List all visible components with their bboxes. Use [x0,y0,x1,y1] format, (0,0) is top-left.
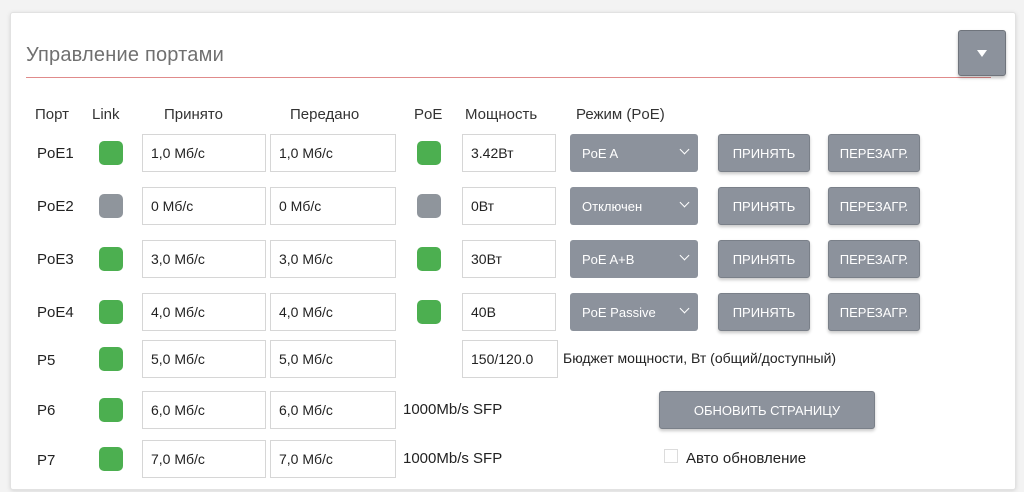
panel-title: Управление портами [26,44,224,66]
poe-mode-value: PoE Passive [582,304,656,320]
apply-button[interactable]: ПРИНЯТЬ [718,134,810,172]
poe-mode-value: PoE A+B [582,251,635,267]
link-indicator [99,398,123,422]
tx-field: 3,0 Мб/с [270,240,396,278]
port-name: PoE2 [37,198,74,215]
reboot-button[interactable]: ПЕРЕЗАГР. [828,240,920,278]
header-link: Link [92,106,120,123]
link-indicator [99,141,123,165]
rx-field: 4,0 Мб/с [142,293,266,331]
link-indicator [99,300,123,324]
auto-refresh-checkbox[interactable] [664,449,678,463]
header-poe: PoE [414,106,443,123]
poe-mode-select[interactable]: Отключен [570,187,698,225]
tx-field: 1,0 Мб/с [270,134,396,172]
port-name: P6 [37,402,56,419]
power-field: 30Вт [462,240,556,278]
auto-refresh-label: Авто обновление [686,450,807,467]
link-indicator [99,447,123,471]
poe-indicator [417,300,441,324]
rx-field: 5,0 Мб/с [142,340,266,378]
power-field: 0Вт [462,187,556,225]
apply-button[interactable]: ПРИНЯТЬ [718,240,810,278]
poe-indicator [417,141,441,165]
tx-field: 7,0 Мб/с [270,440,396,478]
chevron-down-icon [679,197,690,208]
chevron-down-icon [679,250,690,261]
power-field: 40В [462,293,556,331]
apply-button[interactable]: ПРИНЯТЬ [718,187,810,225]
rx-field: 1,0 Мб/с [142,134,266,172]
poe-mode-select[interactable]: PoE A [570,134,698,172]
power-field: 3.42Вт [462,134,556,172]
rx-field: 7,0 Мб/с [142,440,266,478]
refresh-page-button[interactable]: ОБНОВИТЬ СТРАНИЦУ [659,391,875,429]
chevron-down-icon [679,303,690,314]
port-name: P5 [37,352,56,369]
port-name: PoE1 [37,145,74,162]
reboot-button[interactable]: ПЕРЕЗАГР. [828,187,920,225]
poe-mode-value: Отключен [582,198,643,214]
triangle-down-icon [977,49,987,57]
port-name: PoE4 [37,304,74,321]
poe-mode-select[interactable]: PoE A+B [570,240,698,278]
header-power: Мощность [465,106,538,123]
link-indicator [99,194,123,218]
rx-field: 3,0 Мб/с [142,240,266,278]
reboot-button[interactable]: ПЕРЕЗАГР. [828,293,920,331]
poe-indicator [417,247,441,271]
reboot-button[interactable]: ПЕРЕЗАГР. [828,134,920,172]
poe-mode-value: PoE A [582,145,619,161]
tx-field: 4,0 Мб/с [270,293,396,331]
port-name: P7 [37,452,56,469]
poe-mode-select[interactable]: PoE Passive [570,293,698,331]
chevron-down-icon [679,144,690,155]
sfp-label: 1000Mb/s SFP [403,450,503,467]
header-port: Порт [35,106,70,123]
header-rx: Принято [164,106,223,123]
link-indicator [99,347,123,371]
apply-button[interactable]: ПРИНЯТЬ [718,293,810,331]
rx-field: 6,0 Мб/с [142,391,266,429]
port-name: PoE3 [37,251,74,268]
link-indicator [99,247,123,271]
power-budget-field: 150/120.0 [462,340,558,378]
rx-field: 0 Мб/с [142,187,266,225]
poe-indicator [417,194,441,218]
sfp-label: 1000Mb/s SFP [403,401,503,418]
tx-field: 6,0 Мб/с [270,391,396,429]
power-budget-label: Бюджет мощности, Вт (общий/доступный) [563,350,837,366]
tx-field: 5,0 Мб/с [270,340,396,378]
header-mode: Режим (PoE) [576,106,665,123]
collapse-button[interactable] [958,30,1006,76]
header-tx: Передано [290,106,360,123]
tx-field: 0 Мб/с [270,187,396,225]
title-divider [26,77,991,78]
